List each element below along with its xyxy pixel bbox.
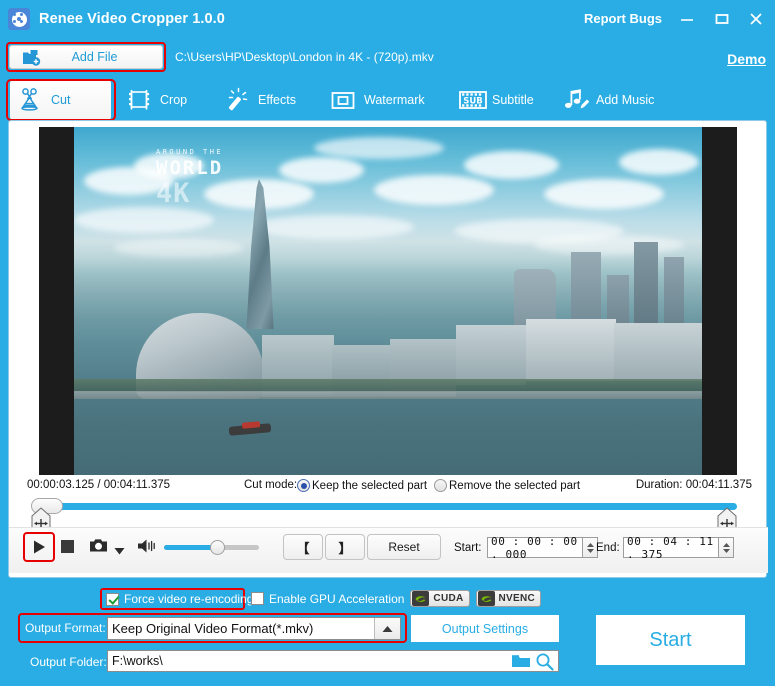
sub-film-icon: SUB bbox=[458, 87, 484, 113]
tab-subtitle[interactable]: SUB Subtitle bbox=[458, 80, 534, 120]
speaker-icon bbox=[137, 538, 156, 554]
selected-file-path: C:\Users\HP\Desktop\London in 4K - (720p… bbox=[175, 50, 434, 64]
transport-bar: 【 】 Reset Start: 00 : 00 : 00 . 000 End:… bbox=[9, 527, 768, 573]
minimize-icon[interactable] bbox=[676, 9, 698, 29]
volume-knob[interactable] bbox=[210, 540, 225, 555]
nvenc-badge: NVENC bbox=[476, 590, 542, 607]
output-folder-input[interactable]: F:\works\ bbox=[107, 650, 559, 672]
add-file-highlight: Add File bbox=[6, 42, 166, 72]
mark-out-button[interactable]: 】 bbox=[325, 534, 365, 560]
output-folder-value: F:\works\ bbox=[108, 654, 511, 668]
add-file-label: Add File bbox=[41, 50, 148, 64]
cuda-badge: CUDA bbox=[410, 590, 469, 607]
stop-button[interactable] bbox=[61, 540, 74, 553]
reset-button[interactable]: Reset bbox=[367, 534, 441, 560]
add-file-icon bbox=[22, 49, 41, 66]
caret-up-icon[interactable] bbox=[374, 618, 400, 639]
tab-watermark[interactable]: Watermark bbox=[330, 80, 425, 120]
end-time-input[interactable]: 00 : 04 : 11 . 375 bbox=[623, 537, 719, 558]
tab-crop[interactable]: Crop bbox=[126, 80, 187, 120]
play-icon bbox=[31, 539, 47, 555]
square-frame-icon bbox=[330, 87, 356, 113]
output-format-value: Keep Original Video Format(*.mkv) bbox=[108, 621, 374, 636]
report-bugs-link[interactable]: Report Bugs bbox=[584, 11, 662, 26]
output-folder-label: Output Folder: bbox=[30, 655, 107, 669]
scissors-icon bbox=[17, 87, 43, 113]
maximize-icon[interactable] bbox=[711, 9, 733, 29]
app-window: Renee Video Cropper 1.0.0 Report Bugs Ad… bbox=[0, 0, 775, 686]
mark-in-button[interactable]: 【 bbox=[283, 534, 323, 560]
play-button[interactable] bbox=[23, 532, 55, 562]
tab-subtitle-label: Subtitle bbox=[492, 93, 534, 107]
output-format-label: Output Format: bbox=[25, 621, 106, 635]
end-time-label: End: bbox=[596, 542, 620, 554]
cuda-badge-label: CUDA bbox=[433, 593, 463, 604]
duration-label: Duration: 00:04:11.375 bbox=[636, 479, 752, 491]
close-icon[interactable] bbox=[745, 9, 767, 29]
gpu-acceleration-group: Enable GPU Acceleration CUDA NVENC bbox=[251, 590, 541, 607]
timeline-slider[interactable] bbox=[9, 495, 768, 527]
timeline-track[interactable] bbox=[41, 503, 737, 510]
tab-cut-label: Cut bbox=[51, 93, 70, 107]
current-timecode: 00:00:03.125 / 00:04:11.375 bbox=[27, 479, 170, 491]
gpu-acceleration-checkbox[interactable] bbox=[251, 592, 264, 605]
output-settings-button[interactable]: Output Settings bbox=[411, 615, 559, 642]
output-format-select[interactable]: Keep Original Video Format(*.mkv) bbox=[107, 617, 401, 640]
end-time-stepper[interactable] bbox=[719, 537, 734, 558]
app-logo-icon bbox=[8, 8, 30, 30]
radio-keep-label: Keep the selected part bbox=[312, 480, 427, 492]
music-note-pencil-icon bbox=[562, 87, 588, 113]
tab-crop-label: Crop bbox=[160, 93, 187, 107]
tool-tab-bar: Cut Crop bbox=[0, 80, 775, 120]
demo-link[interactable]: Demo bbox=[727, 51, 766, 67]
folder-icon[interactable] bbox=[511, 653, 531, 669]
radio-remove-selected-part[interactable]: Remove the selected part bbox=[434, 479, 580, 492]
start-time-label: Start: bbox=[454, 542, 481, 554]
tab-cut[interactable]: Cut bbox=[10, 80, 111, 120]
magic-wand-icon bbox=[224, 87, 250, 113]
start-button[interactable]: Start bbox=[596, 615, 745, 665]
video-preview[interactable]: AROUND THE WORLD 4K bbox=[39, 127, 737, 475]
tab-watermark-label: Watermark bbox=[364, 93, 425, 107]
radio-remove-dot bbox=[434, 479, 447, 492]
nvidia-icon-2 bbox=[478, 591, 495, 606]
snapshot-dropdown-button[interactable] bbox=[114, 542, 125, 560]
nvenc-badge-label: NVENC bbox=[499, 593, 536, 604]
radio-remove-label: Remove the selected part bbox=[449, 480, 580, 492]
radio-keep-dot bbox=[297, 479, 310, 492]
cut-mode-label: Cut mode: bbox=[244, 479, 297, 491]
tab-effects[interactable]: Effects bbox=[224, 80, 296, 120]
app-title: Renee Video Cropper 1.0.0 bbox=[39, 11, 225, 27]
tab-add-music[interactable]: Add Music bbox=[562, 80, 654, 120]
force-reencode-checkbox[interactable] bbox=[106, 593, 119, 606]
start-time-input[interactable]: 00 : 00 : 00 . 000 bbox=[487, 537, 583, 558]
video-frame: AROUND THE WORLD 4K bbox=[74, 127, 702, 475]
search-icon[interactable] bbox=[535, 652, 554, 671]
nvidia-icon bbox=[412, 591, 429, 606]
volume-slider[interactable] bbox=[164, 545, 259, 550]
caret-down-icon bbox=[114, 547, 125, 555]
camera-icon bbox=[89, 537, 108, 553]
force-reencode-highlight: Force video re-encoding bbox=[100, 588, 245, 610]
radio-keep-selected-part[interactable]: Keep the selected part bbox=[297, 479, 427, 492]
main-panel: AROUND THE WORLD 4K 00:00:03.125 / 00:04… bbox=[8, 120, 767, 578]
force-reencode-label: Force video re-encoding bbox=[124, 592, 253, 606]
snapshot-button[interactable] bbox=[89, 537, 108, 558]
cut-info-row: 00:00:03.125 / 00:04:11.375 Cut mode: Ke… bbox=[9, 477, 768, 497]
tab-effects-label: Effects bbox=[258, 93, 296, 107]
tab-add-music-label: Add Music bbox=[596, 93, 654, 107]
crop-film-icon bbox=[126, 87, 152, 113]
svg-text:SUB: SUB bbox=[463, 97, 483, 107]
volume-button[interactable] bbox=[137, 538, 156, 559]
gpu-acceleration-label: Enable GPU Acceleration bbox=[269, 592, 404, 606]
add-file-button[interactable]: Add File bbox=[9, 45, 163, 69]
